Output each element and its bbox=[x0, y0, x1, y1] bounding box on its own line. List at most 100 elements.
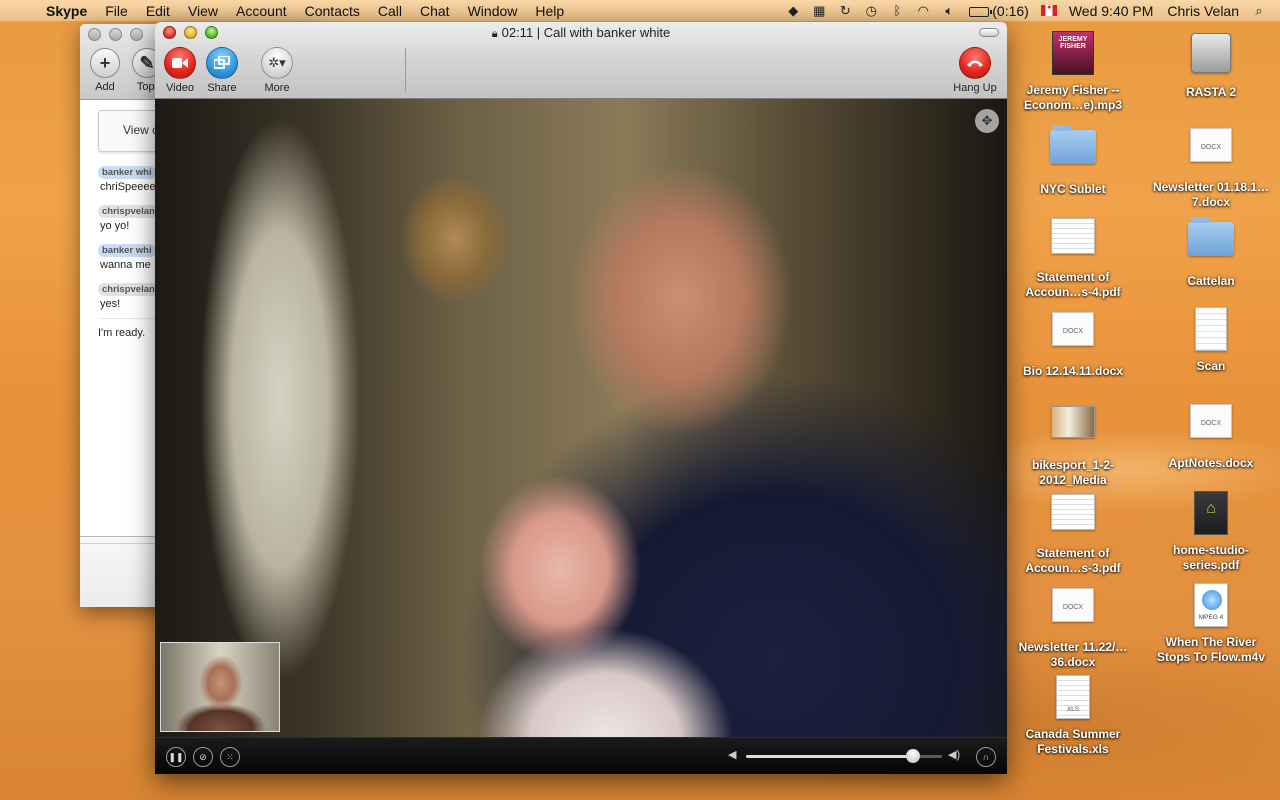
file-badge: MPEG 4 bbox=[1198, 614, 1224, 621]
desktop-icon-rasta-2[interactable]: RASTA 2 bbox=[1149, 30, 1273, 100]
remote-video-feed[interactable]: ✥ bbox=[155, 99, 1007, 737]
hard-drive-icon bbox=[1191, 33, 1231, 73]
desktop-icon-label: bikesport_1-2-2012_Media bbox=[1031, 458, 1115, 487]
dialpad-icon[interactable]: ⁙ bbox=[220, 747, 240, 767]
volume-low-icon: ◀ bbox=[728, 749, 737, 761]
minimize-icon[interactable] bbox=[109, 28, 122, 41]
desktop-icon-aptnotes[interactable]: DOCX AptNotes.docx bbox=[1149, 398, 1273, 471]
desktop-icon-label: Scan bbox=[1196, 359, 1226, 373]
desktop-icon-label: Newsletter 01.18.1…7.docx bbox=[1152, 180, 1270, 209]
bluetooth-icon[interactable]: ᛒ bbox=[884, 0, 910, 22]
wifi-icon[interactable]: ◠ bbox=[910, 0, 936, 22]
time-machine-icon[interactable]: ◷ bbox=[858, 0, 884, 22]
xls-spreadsheet-icon: XLS bbox=[1056, 675, 1090, 719]
menu-window[interactable]: Window bbox=[459, 0, 527, 22]
spotlight-search-icon[interactable]: ⌕ bbox=[1246, 0, 1272, 22]
close-icon[interactable] bbox=[88, 28, 101, 41]
desktop-icon-scan[interactable]: Scan bbox=[1149, 306, 1273, 374]
more-button[interactable]: ✲▾ More bbox=[254, 47, 300, 94]
volume-slider-handle[interactable] bbox=[905, 749, 920, 763]
desktop-icon-bio-docx[interactable]: DOCX Bio 12.14.11.docx bbox=[1011, 306, 1135, 379]
desktop-icon-statement-3[interactable]: Statement of Accoun…s-3.pdf bbox=[1011, 490, 1135, 576]
desktop-icon-canada-xls[interactable]: XLS Canada Summer Festivals.xls bbox=[1011, 674, 1135, 757]
album-art-text: JEREMY FISHER bbox=[1058, 36, 1088, 50]
chat-sender: banker whi bbox=[98, 166, 156, 179]
file-badge: DOCX bbox=[1062, 328, 1084, 335]
file-badge: DOCX bbox=[1200, 144, 1222, 151]
desktop-icon-label: NYC Sublet bbox=[1040, 182, 1106, 196]
folder-icon bbox=[1050, 125, 1096, 164]
house-pdf-icon: ⌂ bbox=[1194, 491, 1228, 535]
desktop-icon-label: Jeremy Fisher -- Econom…e).mp3 bbox=[1023, 83, 1122, 112]
call-window: 🔒︎ 02:11 | Call with banker white Video S… bbox=[155, 22, 1007, 774]
menu-bar: Skype File Edit View Account Contacts Ca… bbox=[0, 0, 1280, 22]
desktop-icon-label: Newsletter 11.22/…36.docx bbox=[1018, 640, 1128, 669]
input-source-flag-icon[interactable] bbox=[1036, 0, 1062, 22]
audio-settings-headset-icon[interactable]: ∩ bbox=[976, 747, 996, 767]
album-art-icon: JEREMY FISHER bbox=[1052, 31, 1094, 75]
pdf-document-icon bbox=[1051, 494, 1095, 530]
pause-icon[interactable]: ❚❚ bbox=[166, 747, 186, 767]
desktop-icon-label: AptNotes.docx bbox=[1168, 456, 1254, 470]
share-button[interactable]: Share bbox=[199, 47, 245, 94]
desktop-icon-label: Statement of Accoun…s-4.pdf bbox=[1025, 270, 1121, 299]
desktop-icon-statement-4[interactable]: Statement of Accoun…s-4.pdf bbox=[1011, 214, 1135, 300]
spaces-grid-icon[interactable]: ▦ bbox=[806, 0, 832, 22]
video-button[interactable]: Video bbox=[157, 47, 203, 94]
desktop-icon-bikesport-media[interactable]: bikesport_1-2-2012_Media bbox=[1011, 398, 1135, 488]
battery-time: (0:16) bbox=[992, 2, 1029, 19]
desktop-icon-newsletter-01[interactable]: DOCX Newsletter 01.18.1…7.docx bbox=[1149, 122, 1273, 210]
folder-icon bbox=[1188, 217, 1234, 256]
menu-view[interactable]: View bbox=[179, 0, 227, 22]
menu-call[interactable]: Call bbox=[369, 0, 411, 22]
menu-user-name[interactable]: Chris Velan bbox=[1160, 0, 1246, 22]
menu-edit[interactable]: Edit bbox=[137, 0, 179, 22]
media-thumbnail-icon bbox=[1051, 406, 1095, 438]
menu-contacts[interactable]: Contacts bbox=[296, 0, 369, 22]
docx-file-icon: DOCX bbox=[1052, 588, 1094, 622]
docx-file-icon: DOCX bbox=[1052, 312, 1094, 346]
menu-chat[interactable]: Chat bbox=[411, 0, 459, 22]
chat-sender: chrispvelan bbox=[98, 283, 159, 296]
call-title: 🔒︎ 02:11 | Call with banker white bbox=[155, 25, 1007, 41]
mpeg4-video-icon: MPEG 4 bbox=[1194, 583, 1228, 627]
lock-icon: 🔒︎ bbox=[491, 28, 498, 40]
desktop-icon-label: Statement of Accoun…s-3.pdf bbox=[1025, 546, 1121, 575]
desktop-icon-nyc-sublet[interactable]: NYC Sublet bbox=[1011, 122, 1135, 197]
desktop-icon-newsletter-11[interactable]: DOCX Newsletter 11.22/…36.docx bbox=[1011, 582, 1135, 670]
desktop-icon-label: home-studio-series.pdf bbox=[1173, 543, 1249, 572]
self-video-preview[interactable] bbox=[160, 642, 280, 732]
battery-status[interactable]: (0:16) bbox=[962, 0, 1036, 22]
file-badge: DOCX bbox=[1062, 604, 1084, 611]
view-contact-label: View c bbox=[123, 123, 159, 137]
sync-icon[interactable]: ↻ bbox=[832, 0, 858, 22]
menu-clock[interactable]: Wed 9:40 PM bbox=[1062, 0, 1161, 22]
desktop-icon-river-m4v[interactable]: MPEG 4 When The River Stops To Flow.m4v bbox=[1149, 582, 1273, 665]
desktop-icon-label: RASTA 2 bbox=[1185, 85, 1236, 99]
toolbar-toggle-button[interactable] bbox=[979, 28, 999, 37]
more-label: More bbox=[264, 82, 290, 94]
file-badge: DOCX bbox=[1200, 420, 1222, 427]
menu-account[interactable]: Account bbox=[227, 0, 296, 22]
dropbox-icon[interactable]: ◆ bbox=[780, 0, 806, 22]
hang-up-button[interactable]: Hang Up bbox=[949, 47, 1001, 94]
menu-help[interactable]: Help bbox=[526, 0, 573, 22]
desktop-icon-label: When The River Stops To Flow.m4v bbox=[1156, 635, 1265, 664]
menu-file[interactable]: File bbox=[96, 0, 137, 22]
call-window-titlebar[interactable]: 🔒︎ 02:11 | Call with banker white Video S… bbox=[155, 22, 1007, 99]
hang-up-label: Hang Up bbox=[953, 82, 997, 94]
zoom-icon[interactable] bbox=[130, 28, 143, 41]
volume-high-icon: ◀) bbox=[948, 749, 961, 761]
volume-icon[interactable]: 🔈︎ bbox=[936, 0, 962, 22]
mute-microphone-icon[interactable]: ⊘ bbox=[193, 747, 213, 767]
share-screens-icon bbox=[206, 47, 238, 79]
pdf-document-icon bbox=[1051, 218, 1095, 254]
desktop-icon-cattelan[interactable]: Cattelan bbox=[1149, 214, 1273, 289]
video-camera-icon bbox=[164, 47, 196, 79]
desktop-icon-home-studio[interactable]: ⌂ home-studio-series.pdf bbox=[1149, 490, 1273, 573]
add-label: Add bbox=[95, 81, 115, 93]
menu-app-skype[interactable]: Skype bbox=[40, 0, 96, 22]
desktop-icon-label: Bio 12.14.11.docx bbox=[1022, 364, 1124, 378]
fullscreen-expand-icon[interactable]: ✥ bbox=[975, 109, 999, 133]
desktop-icon-jeremy-fisher-mp3[interactable]: JEREMY FISHER Jeremy Fisher -- Econom…e)… bbox=[1011, 30, 1135, 113]
